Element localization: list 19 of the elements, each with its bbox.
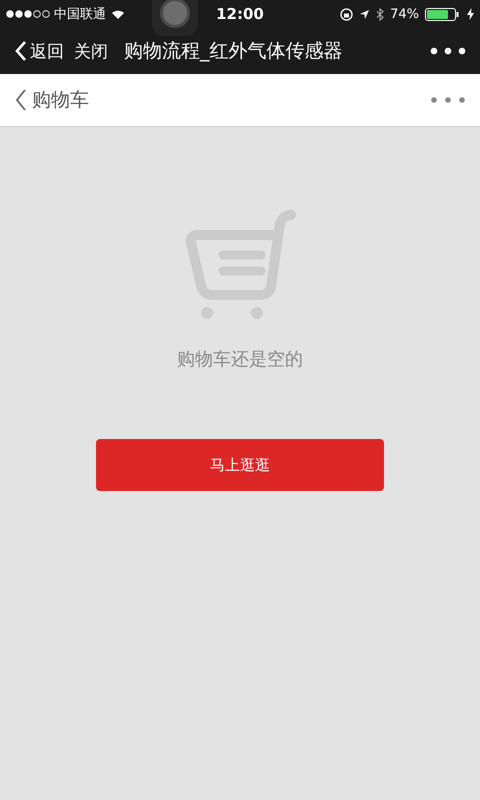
assistive-touch-button[interactable] [152, 0, 198, 36]
browse-button[interactable]: 马上逛逛 [96, 439, 384, 491]
chevron-left-icon [14, 88, 28, 112]
empty-cart-message: 购物车还是空的 [177, 348, 303, 371]
charging-icon [467, 8, 474, 20]
battery-percent: 74% [390, 6, 419, 22]
status-time: 12:00 [216, 5, 264, 23]
bluetooth-icon [376, 8, 384, 20]
close-button[interactable]: 关闭 [74, 40, 108, 62]
page-title: 购物流程_红外气体传感器 [124, 39, 344, 64]
wifi-icon [110, 8, 126, 20]
location-icon [359, 8, 370, 20]
rotation-lock-icon [340, 8, 354, 20]
back-button[interactable]: 返回 [14, 40, 64, 62]
carrier-name: 中国联通 [54, 6, 106, 23]
more-icon[interactable] [430, 47, 466, 55]
battery-icon [425, 8, 461, 20]
signal-icon [6, 10, 50, 18]
chevron-left-icon [14, 40, 28, 62]
